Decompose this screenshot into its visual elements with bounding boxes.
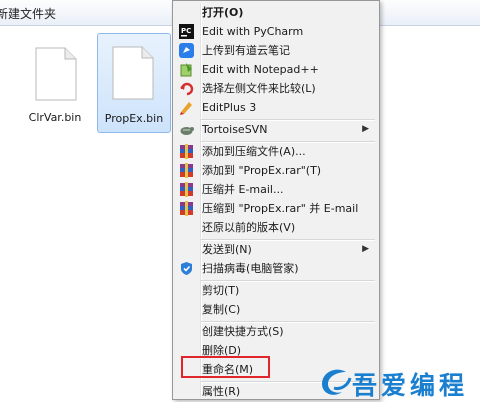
- file-name: ClrVar.bin: [28, 111, 82, 124]
- compare-icon: [180, 82, 194, 96]
- file-item-propex[interactable]: PropEx.bin: [97, 33, 171, 133]
- menu-item-label: 还原以前的版本(V): [202, 221, 296, 234]
- window-title: 新建文件夹: [0, 7, 57, 21]
- file-name: PropEx.bin: [104, 112, 164, 125]
- menu-item-label: EditPlus 3: [202, 101, 257, 114]
- winrar-icon: [180, 201, 193, 216]
- watermark-text: 吾爱编程: [352, 371, 469, 400]
- winrar-icon: [180, 182, 193, 197]
- rename-highlight-box: [181, 356, 270, 378]
- menu-item-label: 上传到有道云笔记: [202, 44, 290, 57]
- menu-item-edit-pycharm[interactable]: PC Edit with PyCharm: [175, 22, 377, 41]
- menu-item-compare[interactable]: 选择左侧文件来比较(L): [175, 79, 377, 98]
- menu-item-label: 发送到(N): [202, 243, 252, 256]
- menu-item-create-shortcut[interactable]: 创建快捷方式(S): [175, 322, 377, 341]
- submenu-arrow-icon: ▶: [362, 244, 369, 254]
- menu-item-add-archive[interactable]: 添加到压缩文件(A)...: [175, 142, 377, 161]
- menu-item-label: 剪切(T): [202, 284, 240, 297]
- menu-item-editplus[interactable]: EditPlus 3: [175, 98, 377, 117]
- menu-item-youdao[interactable]: 上传到有道云笔记: [175, 41, 377, 60]
- pycharm-icon: PC: [179, 24, 194, 39]
- winrar-icon: [180, 144, 193, 159]
- menu-item-label: 属性(R): [202, 385, 241, 398]
- file-icon: [35, 47, 77, 101]
- file-icon: [112, 46, 154, 100]
- shield-icon: [181, 262, 192, 275]
- menu-item-copy[interactable]: 复制(C): [175, 300, 377, 319]
- menu-item-cut[interactable]: 剪切(T): [175, 281, 377, 300]
- watermark: 吾爱编程: [316, 364, 480, 400]
- menu-item-label: TortoiseSVN: [202, 123, 268, 136]
- menu-item-label: 选择左侧文件来比较(L): [202, 82, 316, 95]
- submenu-arrow-icon: ▶: [362, 124, 369, 134]
- youdao-icon: [179, 43, 194, 58]
- menu-item-label: Edit with PyCharm: [202, 25, 304, 38]
- menu-item-notepadpp[interactable]: Edit with Notepad++: [175, 60, 377, 79]
- watermark-logo-icon: [322, 369, 352, 395]
- menu-item-compress-email[interactable]: 压缩并 E-mail...: [175, 180, 377, 199]
- menu-item-label: 复制(C): [202, 303, 241, 316]
- menu-item-label: 扫描病毒(电脑管家): [202, 262, 299, 275]
- menu-item-label: 添加到 "PropEx.rar"(T): [202, 164, 322, 177]
- menu-item-label: 压缩到 "PropEx.rar" 并 E-mail: [202, 202, 359, 215]
- menu-item-restore-versions[interactable]: 还原以前的版本(V): [175, 218, 377, 237]
- menu-item-label: 创建快捷方式(S): [202, 325, 284, 338]
- menu-item-label: Edit with Notepad++: [202, 63, 319, 76]
- menu-item-open[interactable]: 打开(O): [175, 3, 377, 22]
- tortoisesvn-icon: [180, 127, 194, 135]
- menu-item-tortoisesvn[interactable]: TortoiseSVN ▶: [175, 120, 377, 139]
- notepadpp-icon: [180, 63, 192, 77]
- menu-item-add-propex-rar[interactable]: 添加到 "PropEx.rar"(T): [175, 161, 377, 180]
- editplus-icon: [180, 102, 192, 115]
- menu-item-send-to[interactable]: 发送到(N) ▶: [175, 240, 377, 259]
- menu-item-label: 打开(O): [202, 6, 244, 19]
- menu-item-scan-virus[interactable]: 扫描病毒(电脑管家): [175, 259, 377, 278]
- menu-item-label: 添加到压缩文件(A)...: [202, 145, 306, 158]
- svg-text:PC: PC: [181, 27, 191, 35]
- winrar-icon: [180, 163, 193, 178]
- context-menu: 打开(O) PC Edit with PyCharm 上传到有道云笔记 Edit…: [172, 0, 380, 400]
- file-item-clrvar[interactable]: ClrVar.bin: [14, 36, 96, 132]
- menu-item-compress-propex-email[interactable]: 压缩到 "PropEx.rar" 并 E-mail: [175, 199, 377, 218]
- menu-item-label: 压缩并 E-mail...: [202, 183, 284, 196]
